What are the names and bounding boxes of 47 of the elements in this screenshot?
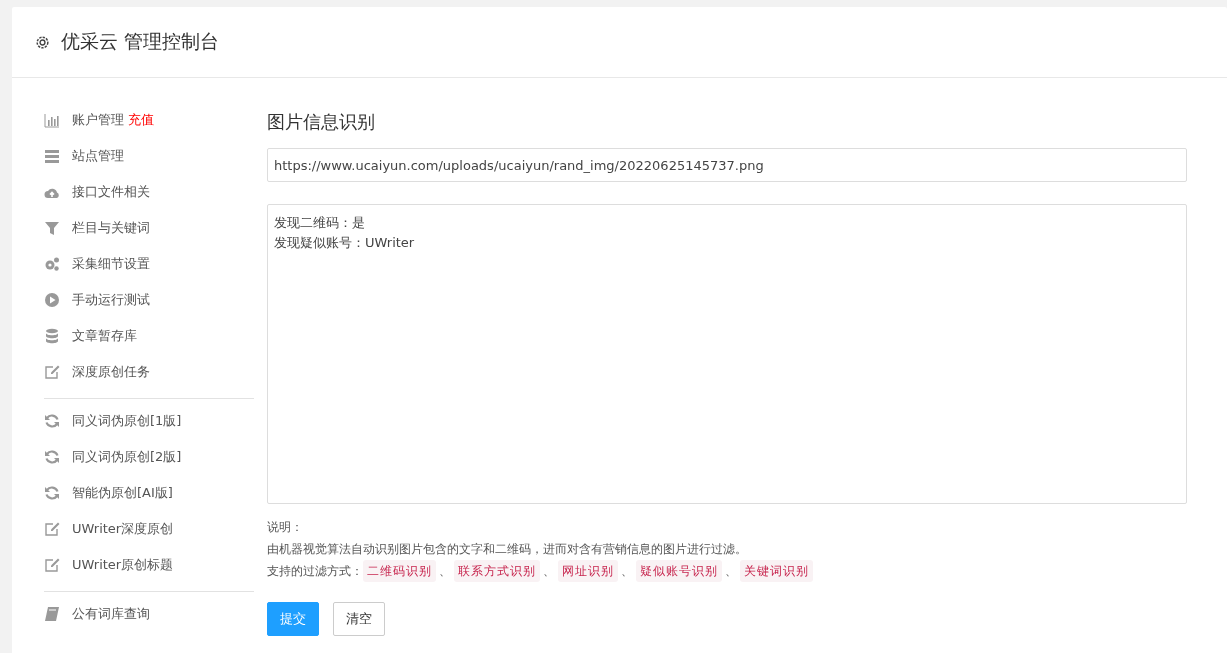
database-icon [44, 328, 60, 344]
sidebar-item[interactable]: 手动运行测试 [72, 291, 150, 309]
sidebar-item[interactable]: 站点管理 [72, 147, 124, 165]
sidebar-item[interactable]: UWriter深度原创 [72, 520, 174, 538]
result-text-area[interactable]: 发现二维码：是 发现疑似账号：UWriter [267, 204, 1187, 504]
refresh-icon [44, 449, 60, 465]
refresh-icon [44, 413, 60, 429]
sidebar-item[interactable]: 接口文件相关 [72, 183, 150, 201]
server-icon [44, 148, 60, 164]
sidebar-item[interactable]: 采集细节设置 [72, 255, 150, 273]
note-heading: 说明： [267, 519, 304, 536]
book-icon [44, 606, 60, 622]
sidebar-item[interactable]: 栏目与关键词 [72, 219, 150, 237]
methods-label: 支持的过滤方式： [267, 563, 363, 580]
clear-button[interactable]: 清空 [333, 602, 385, 636]
sidebar-item[interactable]: 文章暂存库 [72, 327, 137, 345]
play-icon [44, 292, 60, 308]
separator: 、 [725, 563, 737, 580]
result-line: 发现疑似账号：UWriter [274, 234, 416, 252]
separator: 、 [543, 563, 555, 580]
sidebar-item[interactable]: 智能伪原创[AI版] [72, 484, 173, 502]
method-tag: 二维码识别 [363, 560, 436, 582]
method-tag: 疑似账号识别 [636, 560, 722, 582]
method-tag: 联系方式识别 [454, 560, 540, 582]
sidebar-item[interactable]: 深度原创任务 [72, 363, 150, 381]
gears-icon [44, 256, 60, 272]
edit-icon [44, 557, 60, 573]
separator: 、 [621, 563, 633, 580]
refresh-icon [44, 485, 60, 501]
sidebar-item[interactable]: 同义词伪原创[1版] [72, 412, 182, 430]
result-line: 发现二维码：是 [274, 214, 366, 232]
edit-icon [44, 521, 60, 537]
recharge-link[interactable]: 充值 [128, 111, 154, 129]
sidebar-item[interactable]: 账户管理 [72, 111, 124, 129]
page-title: 优采云 管理控制台 [61, 29, 220, 54]
note-text: 由机器视觉算法自动识别图片包含的文字和二维码，进而对含有营销信息的图片进行过滤。 [267, 541, 748, 558]
url-input-field[interactable]: https://www.ucaiyun.com/uploads/ucaiyun/rand_img/20220625145737.png [267, 148, 1187, 182]
separator: 、 [439, 563, 451, 580]
sidebar-item[interactable]: UWriter原创标题 [72, 556, 174, 574]
edit-icon [44, 364, 60, 380]
method-tag: 关键词识别 [740, 560, 813, 582]
sidebar-item[interactable]: 同义词伪原创[2版] [72, 448, 182, 466]
filter-icon [44, 220, 60, 236]
section-title: 图片信息识别 [267, 110, 376, 134]
bar-chart-icon [44, 112, 60, 128]
sidebar-item[interactable]: 公有词库查询 [72, 605, 150, 623]
method-tag: 网址识别 [558, 560, 618, 582]
